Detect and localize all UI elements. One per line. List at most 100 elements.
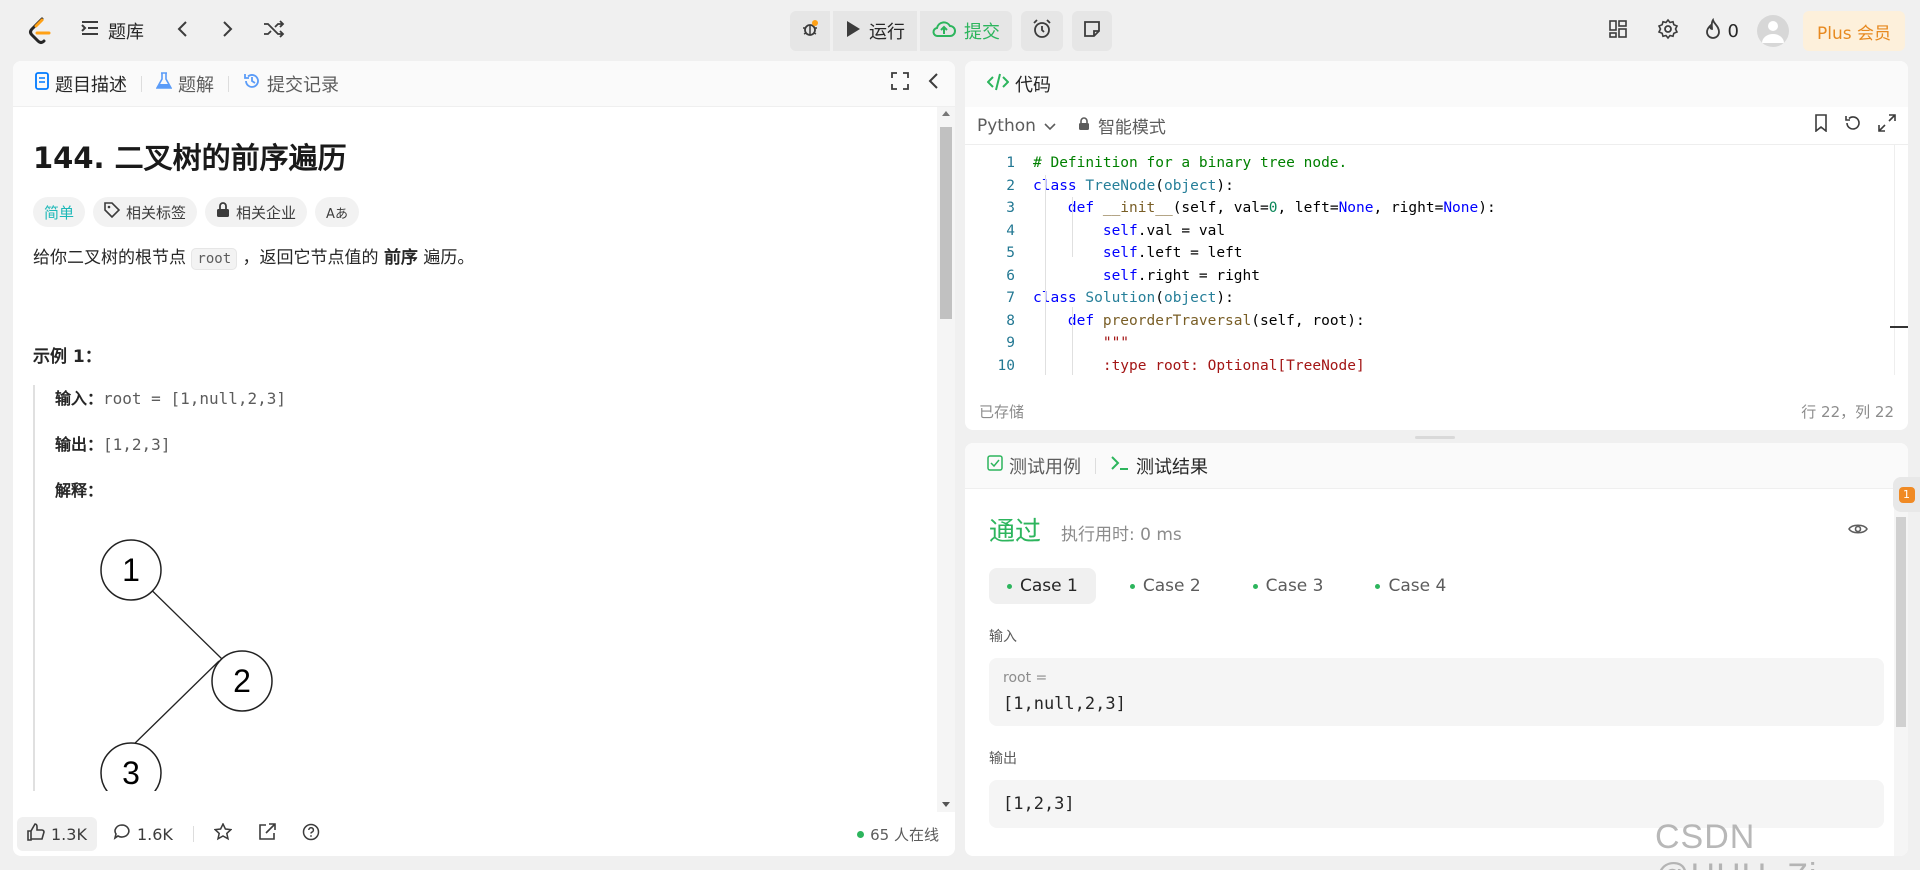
result-scrollbar[interactable]	[1894, 501, 1908, 856]
code-line: 5 self.left = left	[965, 242, 1908, 265]
alarm-clock-icon	[1031, 18, 1053, 45]
bookmark-icon[interactable]	[1814, 114, 1828, 137]
tab-submissions[interactable]: 提交记录	[237, 71, 345, 97]
case-tab-2[interactable]: Case 2	[1112, 568, 1219, 604]
problem-footer: 1.3K 1.6K 65 人在线	[13, 812, 955, 856]
indent-guide	[1072, 197, 1073, 257]
layout-button[interactable]	[1600, 13, 1636, 49]
share-button[interactable]	[248, 817, 286, 851]
comments-button[interactable]: 1.6K	[103, 817, 183, 851]
smart-mode-toggle[interactable]: 智能模式	[1078, 113, 1166, 138]
scroll-up-arrow-icon[interactable]	[942, 111, 950, 116]
run-button[interactable]: 运行	[833, 11, 917, 51]
tab-solutions[interactable]: 题解	[150, 71, 220, 97]
code-keyword: class	[1033, 290, 1086, 307]
code-text: # Definition for a binary tree node.	[1033, 155, 1348, 172]
translate-button[interactable]: Aあ	[315, 197, 359, 227]
indent-guide	[1072, 307, 1073, 375]
settings-button[interactable]	[1650, 13, 1686, 49]
case-tab-3[interactable]: Case 3	[1235, 568, 1342, 604]
tag-icon	[104, 202, 121, 222]
code-editor[interactable]: 1 # Definition for a binary tree node. 2 c…	[965, 145, 1908, 375]
eye-icon[interactable]	[1848, 521, 1868, 540]
code-line: 9 """	[965, 332, 1908, 355]
streak-count: 0	[1727, 20, 1739, 42]
like-button[interactable]: 1.3K	[17, 817, 97, 851]
tab-testcase[interactable]: 测试用例	[981, 453, 1087, 479]
flask-icon	[155, 72, 173, 95]
statement-text: 遍历。	[417, 248, 475, 268]
translate-icon: Aあ	[326, 206, 348, 222]
related-companies-label: 相关企业	[236, 203, 297, 222]
debug-button[interactable]	[790, 11, 830, 51]
fullscreen-icon[interactable]	[891, 72, 909, 95]
indent-guide	[1045, 175, 1046, 375]
case-pass-dot-icon	[1129, 583, 1135, 589]
related-companies-button[interactable]: 相关企业	[205, 197, 308, 227]
result-runtime: 执行用时: 0 ms	[1061, 525, 1182, 545]
share-icon	[258, 823, 276, 845]
code-keyword: self	[1033, 267, 1138, 284]
note-button[interactable]	[1072, 11, 1112, 51]
scrollbar-thumb[interactable]	[940, 127, 952, 319]
tab-description[interactable]: 题目描述	[29, 71, 133, 97]
statement-text: ，返回它节点值的	[237, 248, 384, 268]
example-explanation-label: 解释：	[55, 481, 104, 500]
scroll-down-arrow-icon[interactable]	[942, 802, 950, 807]
timer-button[interactable]	[1021, 11, 1063, 51]
streak-counter[interactable]: 0	[1700, 13, 1743, 49]
random-problem-button[interactable]	[256, 13, 292, 49]
help-button[interactable]	[292, 817, 330, 851]
tab-solutions-label: 题解	[178, 74, 214, 96]
difficulty-badge[interactable]: 简单	[33, 197, 86, 227]
terminal-icon	[1110, 455, 1130, 476]
code-icon	[986, 73, 1010, 96]
tab-code[interactable]: 代码	[981, 71, 1057, 97]
note-icon	[1082, 19, 1102, 44]
scrollbar-thumb[interactable]	[1896, 517, 1906, 727]
code-keyword: class	[1033, 177, 1086, 194]
leetcode-logo-icon[interactable]	[20, 11, 60, 51]
case-label: Case 1	[1020, 576, 1078, 596]
code-text: .right = right	[1137, 267, 1260, 284]
code-text: , left=	[1277, 200, 1339, 217]
language-select[interactable]: Python	[977, 116, 1056, 136]
submit-button[interactable]: 提交	[920, 11, 1012, 51]
expand-icon[interactable]	[1878, 114, 1896, 137]
online-count: 65 人在线	[870, 825, 939, 844]
avatar[interactable]	[1756, 15, 1789, 47]
cloud-upload-icon	[932, 20, 956, 43]
question-circle-icon	[302, 823, 320, 845]
feedback-tab[interactable]: 1	[1893, 477, 1920, 512]
collapse-panel-icon[interactable]	[927, 72, 939, 95]
case-tab-4[interactable]: Case 4	[1357, 568, 1464, 604]
editor-cursor-marker	[1890, 326, 1908, 328]
play-icon	[845, 20, 861, 43]
related-tags-button[interactable]: 相关标签	[93, 197, 198, 227]
code-text: .left = left	[1137, 245, 1243, 262]
problem-tabs: 题目描述 题解 提交记录	[13, 61, 955, 107]
chevron-left-icon	[176, 20, 188, 42]
editor-scrollbar[interactable]	[1894, 145, 1908, 375]
output-value: [1,2,3]	[1003, 794, 1075, 814]
test-panel: 测试用例 测试结果 通过 执行用时: 0 ms Case 1 Case 2 Ca…	[965, 443, 1908, 856]
case-tab-1[interactable]: Case 1	[989, 568, 1096, 604]
code-type: object	[1163, 177, 1217, 194]
case-label: Case 3	[1265, 576, 1324, 596]
description-scrollbar[interactable]	[937, 107, 955, 812]
lock-icon	[1078, 116, 1090, 136]
next-problem-button[interactable]	[210, 13, 246, 49]
prev-problem-button[interactable]	[164, 13, 200, 49]
code-type: TreeNode	[1085, 177, 1156, 194]
reset-icon[interactable]	[1844, 114, 1862, 137]
code-text: (	[1155, 177, 1164, 194]
problem-list-button[interactable]: 题库	[70, 13, 154, 49]
tab-test-result[interactable]: 测试结果	[1104, 453, 1214, 479]
case-tabs: Case 1 Case 2 Case 3 Case 4	[965, 548, 1908, 604]
online-dot-icon	[857, 830, 865, 838]
favorite-button[interactable]	[204, 817, 242, 851]
panel-resize-handle[interactable]	[1415, 436, 1455, 439]
statement-bold: 前序	[383, 248, 418, 268]
code-line: 7 class Solution(object):	[965, 287, 1908, 310]
plus-membership-button[interactable]: Plus 会员	[1802, 11, 1905, 51]
